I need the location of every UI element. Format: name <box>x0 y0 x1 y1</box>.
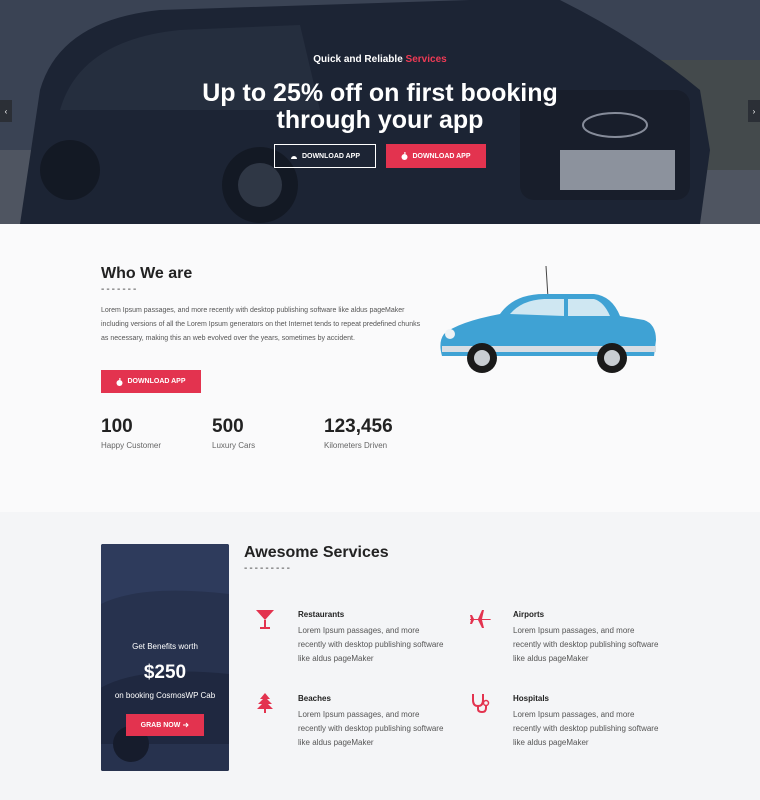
chevron-right-icon: › <box>752 106 756 116</box>
hero-banner: Quick and Reliable Services Up to 25% of… <box>0 0 760 224</box>
grab-now-label: GRAB NOW <box>140 721 181 729</box>
download-app-apple-button[interactable]: DOWNLOAD APP <box>386 144 486 168</box>
chevron-left-icon: ‹ <box>4 106 8 116</box>
stat-value: 123,456 <box>324 416 393 437</box>
tree-icon <box>257 693 273 713</box>
promo-benefits-text: Get Benefits worth <box>132 642 198 651</box>
stat-label: Happy Customer <box>101 441 162 450</box>
promo-booking-text: on booking CosmosWP Cab <box>114 691 216 700</box>
vintage-blue-car-image <box>440 265 656 373</box>
stat-label: Kilometers Driven <box>324 441 388 450</box>
hero-content: Quick and Reliable Services Up to 25% of… <box>0 0 760 224</box>
stat-value: 500 <box>212 416 244 437</box>
service-description: Lorem Ipsum passages, and more recently … <box>298 710 444 747</box>
title-divider: --------- <box>244 563 292 574</box>
who-we-are-text: Lorem Ipsum passages, and more recently … <box>101 307 421 342</box>
hero-title-line2: through your app <box>276 106 484 134</box>
download-app-android-button[interactable]: DOWNLOAD APP <box>274 144 376 168</box>
download-app-apple-label: DOWNLOAD APP <box>412 152 471 160</box>
android-icon <box>290 156 297 159</box>
service-name: Hospitals <box>513 694 550 703</box>
stat-value: 100 <box>101 416 133 437</box>
who-we-are-section: Who We are ------- Lorem Ipsum passages,… <box>0 224 760 512</box>
hero-title-line1: Up to 25% off on first booking <box>202 79 558 107</box>
stat-happy-customer: 100 Happy Customer <box>101 416 161 450</box>
slider-prev-button[interactable]: ‹ <box>0 100 12 122</box>
service-description: Lorem Ipsum passages, and more recently … <box>513 626 659 663</box>
slider-next-button[interactable]: › <box>748 100 760 122</box>
grab-now-button[interactable]: GRAB NOW <box>126 714 204 736</box>
plane-icon <box>470 610 491 628</box>
who-download-app-button[interactable]: DOWNLOAD APP <box>101 370 201 393</box>
stat-label: Luxury Cars <box>212 441 256 450</box>
who-download-app-label: DOWNLOAD APP <box>127 378 186 385</box>
title-divider: ------- <box>101 284 139 295</box>
service-name: Beaches <box>298 694 331 703</box>
services-section: Get Benefits worth $250 on booking Cosmo… <box>0 512 760 800</box>
promo-price: $250 <box>143 662 187 683</box>
apple-icon <box>116 377 123 386</box>
hero-subtitle-accent: Services <box>405 54 447 65</box>
promo-card: Get Benefits worth $250 on booking Cosmo… <box>101 544 229 771</box>
hero-subtitle: Quick and Reliable Services <box>0 54 760 65</box>
cocktail-icon <box>256 610 274 629</box>
service-name: Restaurants <box>298 610 345 619</box>
service-description: Lorem Ipsum passages, and more recently … <box>513 710 659 747</box>
apple-icon <box>401 152 408 160</box>
download-app-android-label: DOWNLOAD APP <box>301 152 361 160</box>
service-name: Airports <box>513 610 545 619</box>
service-description: Lorem Ipsum passages, and more recently … <box>298 626 444 663</box>
who-we-are-title: Who We are <box>101 265 193 282</box>
stat-luxury-cars: 500 Luxury Cars <box>212 416 255 450</box>
hero-subtitle-text: Quick and Reliable <box>313 54 403 65</box>
services-title: Awesome Services <box>244 544 389 561</box>
promo-background-image <box>101 544 229 771</box>
stat-kilometers-driven: 123,456 Kilometers Driven <box>324 416 393 450</box>
hero-buttons: DOWNLOAD APP DOWNLOAD APP <box>0 144 760 168</box>
arrow-right-icon <box>183 722 190 728</box>
hero-title: Up to 25% off on first booking through y… <box>0 80 760 134</box>
stethoscope-icon <box>472 694 490 714</box>
